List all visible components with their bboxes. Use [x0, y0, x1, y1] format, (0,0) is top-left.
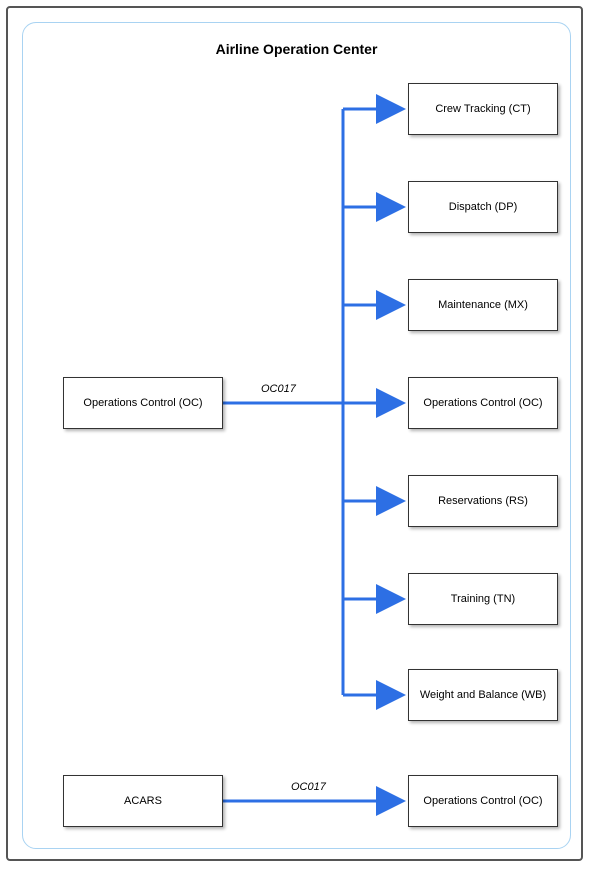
- node-operations-control: Operations Control (OC): [408, 377, 558, 429]
- outer-frame: Airline Operation Center OC017: [6, 6, 583, 861]
- edge-label-main: OC017: [261, 383, 296, 395]
- node-label: Operations Control (OC): [423, 397, 542, 409]
- node-label: Weight and Balance (WB): [420, 689, 546, 701]
- node-label: Reservations (RS): [438, 495, 528, 507]
- node-maintenance: Maintenance (MX): [408, 279, 558, 331]
- node-dispatch: Dispatch (DP): [408, 181, 558, 233]
- node-reservations: Reservations (RS): [408, 475, 558, 527]
- node-weight-and-balance: Weight and Balance (WB): [408, 669, 558, 721]
- node-source-operations-control: Operations Control (OC): [63, 377, 223, 429]
- node-label: Crew Tracking (CT): [435, 103, 530, 115]
- node-label: Operations Control (OC): [423, 795, 542, 807]
- node-acars: ACARS: [63, 775, 223, 827]
- node-label: ACARS: [124, 795, 162, 807]
- node-label: Training (TN): [451, 593, 515, 605]
- arrows-layer: [23, 23, 572, 850]
- node-label: Operations Control (OC): [83, 397, 202, 409]
- node-label: Maintenance (MX): [438, 299, 528, 311]
- node-label: Dispatch (DP): [449, 201, 517, 213]
- node-training: Training (TN): [408, 573, 558, 625]
- edge-label-secondary: OC017: [291, 781, 326, 793]
- inner-rounded-frame: Airline Operation Center OC017: [22, 22, 571, 849]
- node-operations-control-secondary: Operations Control (OC): [408, 775, 558, 827]
- node-crew-tracking: Crew Tracking (CT): [408, 83, 558, 135]
